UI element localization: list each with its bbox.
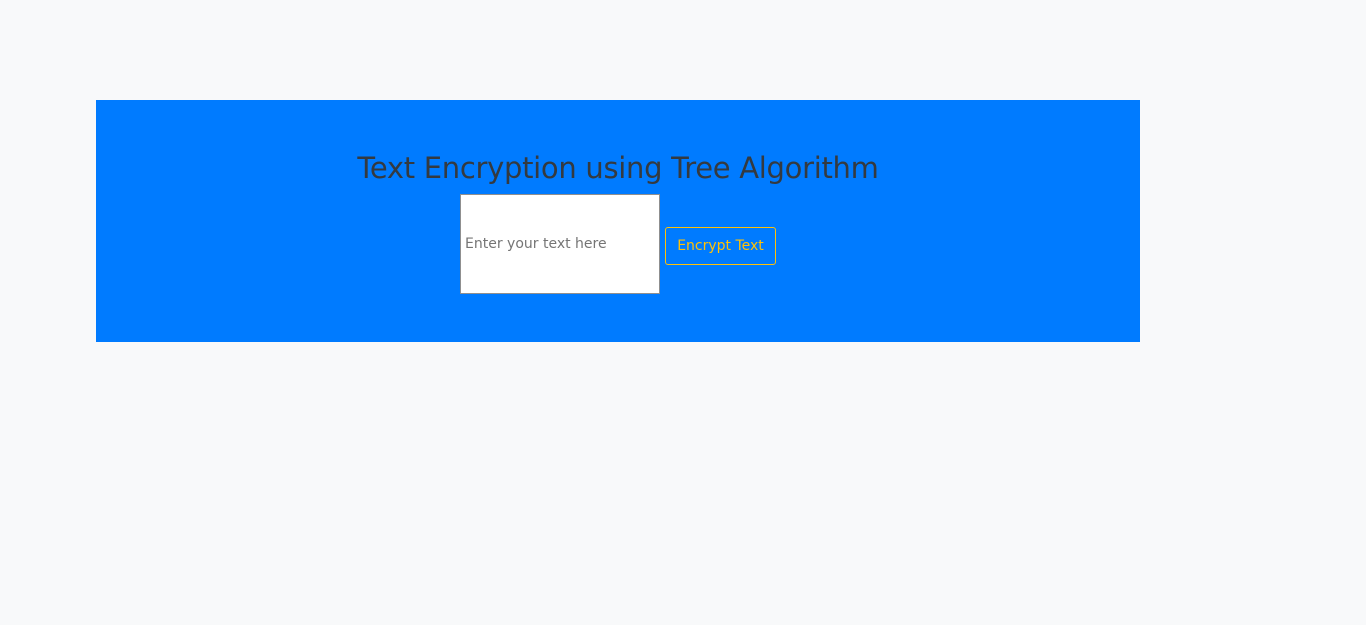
plaintext-input[interactable] — [460, 194, 660, 294]
encrypt-text-button[interactable]: Encrypt Text — [665, 227, 776, 265]
hero-banner: Text Encryption using Tree Algorithm Enc… — [96, 100, 1140, 342]
page-title: Text Encryption using Tree Algorithm — [357, 151, 879, 185]
